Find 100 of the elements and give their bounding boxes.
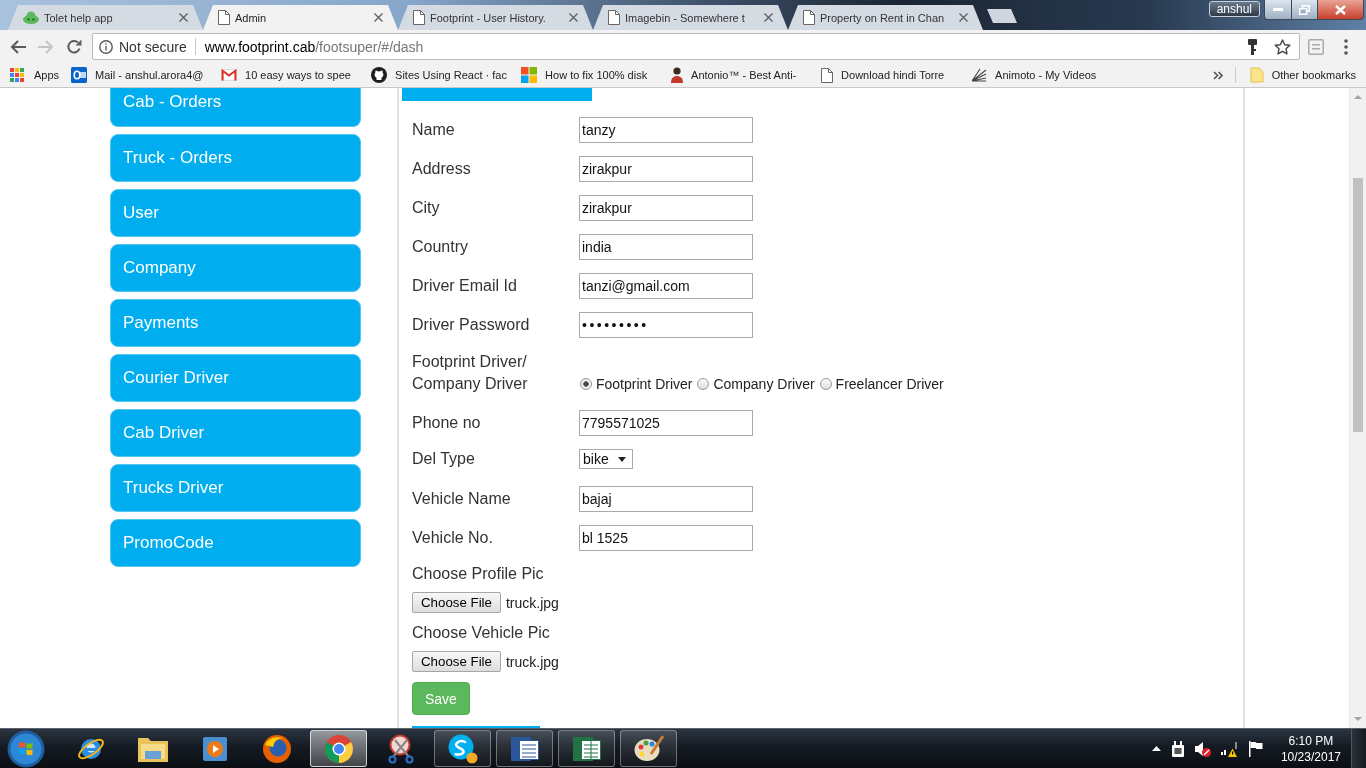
- grid-icon: [10, 68, 24, 82]
- clock-time[interactable]: 6:10 PM: [1288, 732, 1334, 749]
- text-field[interactable]: zirakpur: [579, 156, 753, 182]
- choose-file-button[interactable]: Choose File: [412, 592, 501, 613]
- menu-icon[interactable]: [1344, 38, 1348, 55]
- fan-icon: [971, 68, 988, 82]
- bookmark[interactable]: How to fix 100% disk: [515, 64, 666, 86]
- scrollbar[interactable]: [1349, 88, 1366, 728]
- page-icon: [608, 10, 620, 25]
- page-icon: [803, 10, 815, 25]
- double-chevron-icon[interactable]: [1212, 70, 1223, 80]
- start-orb-icon[interactable]: [7, 729, 45, 768]
- file-name: truck.jpg: [505, 594, 559, 611]
- word-icon[interactable]: [509, 734, 540, 763]
- play-icon[interactable]: [201, 735, 228, 762]
- cloud-icon: [23, 11, 39, 24]
- choose-file-button[interactable]: Choose File: [412, 651, 501, 672]
- field-label: Address: [412, 160, 472, 178]
- scissors-icon[interactable]: [385, 733, 416, 764]
- field-label: Driver Password: [412, 316, 531, 334]
- text-field[interactable]: zirakpur: [579, 195, 753, 221]
- text-field[interactable]: india: [579, 234, 753, 260]
- scrollbar-thumb[interactable]: [1353, 178, 1363, 432]
- flag-icon[interactable]: [1247, 740, 1263, 757]
- profile-button[interactable]: anshul: [1208, 1, 1260, 17]
- tab[interactable]: Footprint - User History.: [398, 5, 593, 30]
- reload-icon[interactable]: [66, 38, 82, 55]
- taskbar-button[interactable]: [620, 730, 677, 767]
- radio-label: Company Driver: [713, 376, 815, 392]
- excel-icon[interactable]: [571, 734, 602, 763]
- person-icon: [671, 67, 684, 83]
- new-tab-button[interactable]: [987, 9, 1017, 23]
- close-icon[interactable]: [959, 13, 968, 22]
- tab[interactable]: Admin: [203, 5, 398, 30]
- tab[interactable]: Property on Rent in Chan: [788, 5, 983, 30]
- radio-button[interactable]: [819, 378, 832, 390]
- field-label: Driver Email Id: [412, 277, 518, 295]
- radio-button[interactable]: [697, 378, 710, 390]
- text-field[interactable]: tanzy: [579, 117, 753, 143]
- security-chip[interactable]: Not secure: [99, 38, 187, 55]
- signal-warning-icon[interactable]: [1220, 740, 1238, 757]
- bookmark[interactable]: Mail - anshul.arora4@: [65, 64, 216, 86]
- field-label: Phone no: [412, 414, 482, 432]
- radio-label: Footprint Driver: [596, 376, 693, 392]
- bookmark[interactable]: Apps: [4, 64, 66, 86]
- taskbar-button[interactable]: [310, 730, 367, 767]
- folder-icon: [1249, 67, 1264, 83]
- back-arrow-icon[interactable]: [10, 39, 26, 54]
- password-field[interactable]: •••••••••: [579, 312, 753, 338]
- field-label: Country: [412, 238, 470, 256]
- taskbar-button[interactable]: [496, 730, 553, 767]
- skype-icon[interactable]: [447, 733, 478, 764]
- tab[interactable]: Imagebin - Somewhere t: [593, 5, 788, 30]
- field-label: City: [412, 199, 441, 217]
- mail-icon: [71, 67, 88, 83]
- tab[interactable]: Tolet help app: [8, 5, 203, 30]
- text-field[interactable]: tanzi@gmail.com: [579, 273, 753, 299]
- bookmark-folder[interactable]: Other bookmarks: [1243, 64, 1362, 86]
- info-icon[interactable]: [99, 39, 113, 54]
- close-button[interactable]: [1318, 0, 1364, 20]
- close-icon[interactable]: [179, 13, 188, 22]
- field-label: Del Type: [412, 450, 476, 468]
- taskbar-button[interactable]: [434, 730, 491, 767]
- muted-speaker-icon[interactable]: [1194, 740, 1211, 757]
- star-icon[interactable]: [1274, 38, 1291, 55]
- clock-date[interactable]: 10/23/2017: [1280, 748, 1341, 765]
- text-field[interactable]: bl 1525: [579, 525, 753, 551]
- text-field[interactable]: 7795571025: [579, 410, 753, 436]
- page-icon: [821, 67, 834, 83]
- bookmark[interactable]: Antonio™ - Best Anti-: [665, 64, 816, 86]
- minimize-button[interactable]: [1264, 0, 1292, 20]
- address-bar[interactable]: Not secure www.footprint.cab/footsuper/#/dash: [92, 33, 1300, 60]
- close-icon[interactable]: [569, 13, 578, 22]
- dropdown[interactable]: bike: [579, 449, 633, 469]
- field-label: Footprint Driver/ Company Driver: [412, 352, 529, 394]
- firefox-icon[interactable]: [261, 733, 292, 764]
- bookmark[interactable]: Sites Using React · fac: [365, 64, 516, 86]
- text-field[interactable]: bajaj: [579, 486, 753, 512]
- file-name: truck.jpg: [505, 653, 559, 670]
- maximize-button[interactable]: [1292, 0, 1318, 20]
- url-text: www.footprint.cab/footsuper/#/dash: [204, 38, 424, 55]
- caret-icon[interactable]: [618, 456, 626, 462]
- close-icon[interactable]: [374, 13, 383, 22]
- page-icon: [218, 10, 230, 25]
- bookmark[interactable]: Animoto - My Videos: [965, 64, 1116, 86]
- palette-icon[interactable]: [633, 734, 664, 763]
- close-icon[interactable]: [764, 13, 773, 22]
- chevron-up-icon[interactable]: [1151, 746, 1161, 751]
- bookmark[interactable]: Download hindi Torre: [815, 64, 966, 86]
- chrome-icon[interactable]: [323, 733, 354, 764]
- cat-icon: [371, 67, 388, 83]
- tiles-icon: [521, 67, 538, 83]
- page-icon: [413, 10, 425, 25]
- bookmark[interactable]: 10 easy ways to spee: [215, 64, 366, 86]
- taskbar-button[interactable]: [558, 730, 615, 767]
- field-label: Choose Profile Pic: [412, 564, 545, 584]
- field-label: Vehicle Name: [412, 490, 512, 508]
- power-plug-icon[interactable]: [1170, 740, 1185, 757]
- radio-button[interactable]: [580, 378, 592, 390]
- key-icon[interactable]: [1248, 38, 1257, 55]
